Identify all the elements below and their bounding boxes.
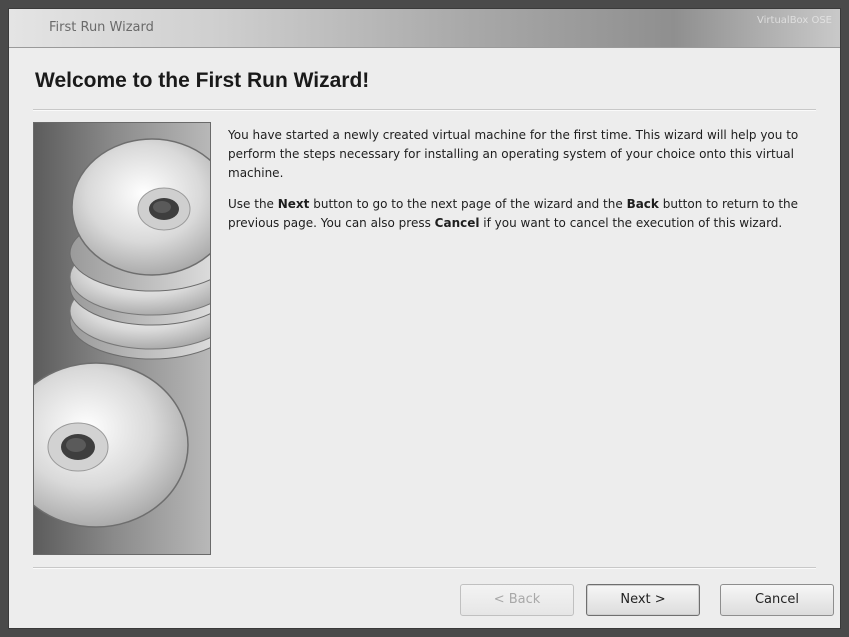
title-bar[interactable]: First Run Wizard VirtualBox OSE: [9, 9, 840, 48]
page-heading: Welcome to the First Run Wizard!: [35, 69, 370, 92]
instructions-back-word: Back: [626, 197, 659, 211]
cd-stack-icon: [34, 138, 210, 528]
wizard-description: You have started a newly created virtual…: [228, 126, 820, 245]
cd-stack-illustration: [33, 122, 211, 555]
instructions-paragraph: Use the Next button to go to the next pa…: [228, 195, 820, 233]
intro-paragraph: You have started a newly created virtual…: [228, 128, 799, 180]
instructions-text-2: button to go to the next page of the wiz…: [309, 197, 627, 211]
bottom-divider: [33, 567, 816, 569]
top-divider: [33, 109, 816, 111]
next-button[interactable]: Next >: [586, 584, 700, 616]
instructions-text-1: Use the: [228, 197, 278, 211]
back-button[interactable]: < Back: [460, 584, 574, 616]
instructions-next-word: Next: [277, 197, 310, 211]
instructions-cancel-word: Cancel: [434, 216, 480, 230]
cancel-button[interactable]: Cancel: [720, 584, 834, 616]
instructions-text-4: if you want to cancel the execution of t…: [479, 216, 783, 230]
window-title: First Run Wizard: [49, 20, 154, 35]
wizard-window: First Run Wizard VirtualBox OSE Welcome …: [8, 8, 841, 629]
window-title-right: VirtualBox OSE: [757, 15, 832, 26]
